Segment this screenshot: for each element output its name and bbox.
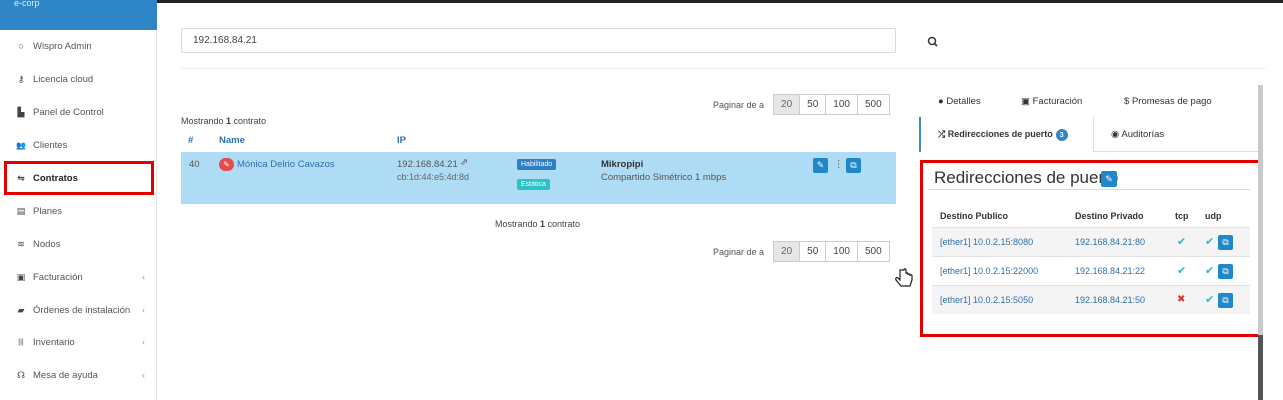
showing-suffix: contrato: [231, 116, 267, 126]
key-icon: ⚷: [17, 73, 25, 84]
sidebar-item-clientes[interactable]: 👥 Clientes: [0, 129, 157, 161]
sidebar-item-label: Clientes: [33, 139, 68, 151]
tab-auditorias[interactable]: ◉ Auditorías: [1111, 129, 1164, 140]
sidebar-item-label: Panel de Control: [33, 106, 104, 118]
chevron-left-icon: ‹: [142, 272, 145, 282]
sidebar-item-planes[interactable]: ▤ Planes: [0, 195, 157, 227]
tab-redirecciones[interactable]: ⤮ Redirecciones de puerto 3: [938, 129, 1068, 141]
page-size-20[interactable]: 20: [773, 241, 801, 262]
search-icon[interactable]: [926, 35, 940, 49]
tab-facturacion[interactable]: ▣ Facturación: [1021, 96, 1082, 107]
sidebar-item-facturacion[interactable]: ▣ Facturación ‹: [0, 261, 157, 293]
page-size-20[interactable]: 20: [773, 94, 801, 115]
showing-prefix: Mostrando: [181, 116, 227, 126]
contract-ip: 192.168.84.21: [397, 159, 458, 170]
brand-label: e-corp: [14, 0, 40, 8]
truck-icon: ▰: [17, 304, 25, 315]
headset-icon: ☊: [17, 369, 25, 380]
sidebar-item-label: Órdenes de instalación: [33, 304, 131, 316]
sidebar-item-label: Inventario: [33, 336, 75, 348]
highlight-contratos: [4, 161, 154, 195]
chevron-left-icon: ‹: [142, 337, 145, 347]
eye-icon: ◉: [1111, 129, 1122, 140]
sidebar-item-label: Licencia cloud: [33, 73, 94, 85]
page-size-50[interactable]: 50: [799, 94, 827, 115]
sidebar-item-mesa-de-ayuda[interactable]: ☊ Mesa de ayuda ‹: [0, 359, 157, 391]
column-header-name[interactable]: Name: [219, 135, 245, 146]
more-options-icon[interactable]: ⋮: [834, 159, 844, 170]
brand-header[interactable]: e-corp: [0, 0, 157, 30]
column-header-ip[interactable]: IP: [397, 135, 406, 146]
users-icon: 👥: [16, 140, 26, 150]
external-link-icon[interactable]: ⇗: [460, 157, 468, 168]
sidebar-item-label: Mesa de ayuda: [33, 369, 98, 381]
page-size-100[interactable]: 100: [825, 241, 858, 262]
chevron-left-icon: ‹: [142, 305, 145, 315]
sidebar-item-panel-de-control[interactable]: ▙ Panel de Control: [0, 96, 157, 128]
chart-icon: ▙: [17, 106, 25, 117]
tab-label: Redirecciones de puerto: [947, 129, 1053, 139]
pagination-label: Paginar de a: [713, 246, 765, 257]
sidebar-item-licencia-cloud[interactable]: ⚷ Licencia cloud: [0, 63, 157, 95]
page-size-500[interactable]: 500: [856, 94, 890, 115]
contract-mac: cb:1d:44:e5:4d:8d: [397, 172, 470, 182]
showing-suffix: contrato: [545, 219, 581, 229]
barcode-icon: |||: [18, 338, 24, 346]
tab-label: Auditorías: [1121, 129, 1165, 140]
page-size-100[interactable]: 100: [825, 94, 858, 115]
sidebar-item-label: Facturación: [33, 271, 83, 283]
plan-description: Compartido Simétrico 1 mbps: [601, 172, 727, 183]
highlight-redirects: [920, 160, 1261, 337]
sidebar-item-nodos[interactable]: ≋ Nodos: [0, 228, 157, 260]
sidebar-item-wispro-admin[interactable]: ○ Wispro Admin: [0, 30, 157, 62]
pagination-bottom: Paginar de a 20 50 100 500: [713, 241, 890, 262]
row-number: 40: [189, 159, 200, 170]
showing-count-bottom: Mostrando 1 contrato: [495, 219, 580, 229]
tab-label: Facturación: [1032, 96, 1083, 107]
status-badge-habilitado: Habilitado: [517, 159, 557, 170]
money-icon: ▣: [16, 271, 26, 282]
divider: [181, 68, 1266, 69]
money-icon: ▣: [1021, 96, 1033, 107]
tab-label: Detalles: [946, 96, 981, 107]
page-size-500[interactable]: 500: [856, 241, 890, 262]
list-icon: ▤: [16, 205, 26, 216]
client-name-link[interactable]: Mónica Delrio Cavazos: [237, 159, 335, 170]
shuffle-icon: ⤮: [938, 129, 948, 139]
wifi-icon: ≋: [17, 238, 25, 249]
status-badge-estatica: Estática: [517, 179, 550, 190]
pagination-label: Paginar de a: [713, 99, 765, 110]
tab-label: Promesas de pago: [1131, 96, 1212, 107]
circle-icon: ○: [18, 41, 24, 51]
tab-promesas-de-pago[interactable]: $ Promesas de pago: [1124, 96, 1212, 107]
top-bar: [0, 0, 1283, 3]
scrollbar-thumb[interactable]: [1258, 335, 1263, 400]
edit-button[interactable]: ✎: [813, 158, 828, 173]
sidebar-item-label: Wispro Admin: [33, 40, 92, 52]
showing-prefix: Mostrando: [495, 219, 541, 229]
count-badge: 3: [1055, 129, 1068, 141]
chevron-left-icon: ‹: [142, 370, 145, 380]
client-avatar-icon: ✎: [219, 158, 234, 171]
column-header-num: #: [188, 135, 194, 146]
dollar-icon: $: [1124, 96, 1132, 107]
sidebar-item-ordenes-de-instalacion[interactable]: ▰ Órdenes de instalación ‹: [0, 294, 157, 326]
sidebar-item-label: Nodos: [33, 238, 61, 250]
pagination-top: Paginar de a 20 50 100 500: [713, 94, 890, 115]
search-input[interactable]: [181, 28, 896, 53]
copy-button[interactable]: ⧉: [846, 158, 861, 173]
hand-cursor-icon: [895, 268, 913, 287]
showing-count-top: Mostrando 1 contrato: [181, 116, 266, 126]
sidebar: e-corp ○ Wispro Admin ⚷ Licencia cloud ▙…: [0, 0, 157, 400]
plan-name: Mikropipi: [601, 159, 644, 170]
sidebar-item-label: Planes: [33, 205, 63, 217]
page-size-50[interactable]: 50: [799, 241, 827, 262]
tab-detalles[interactable]: ● Detalles: [938, 96, 981, 107]
sidebar-item-inventario[interactable]: ||| Inventario ‹: [0, 326, 157, 358]
